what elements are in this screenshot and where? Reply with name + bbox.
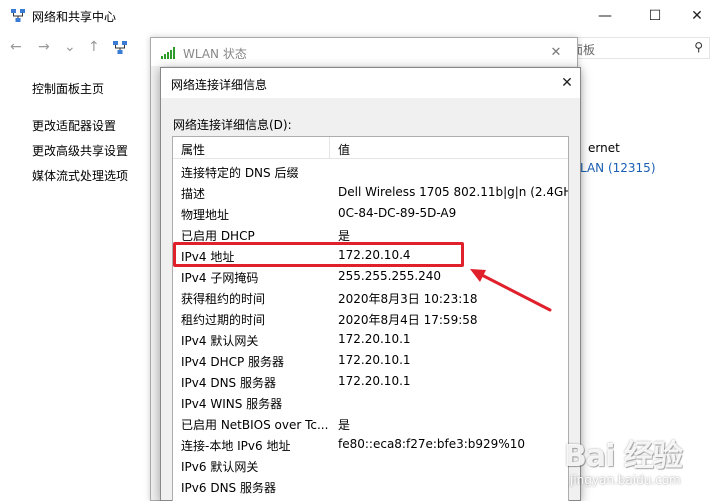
row-value: 172.20.10.1 [338,374,411,388]
details-titlebar: 网络连接详细信息 ✕ [161,68,580,98]
nav-change-advanced-sharing[interactable]: 更改高级共享设置 [32,142,128,159]
nav-media-streaming[interactable]: 媒体流式处理选项 [32,167,128,184]
close-icon: ✕ [561,75,573,91]
row-property: 连接-本地 IPv6 地址 [181,439,291,453]
wlan-connection-link[interactable]: LAN (12315) [580,161,656,175]
row-property: IPv4 子网掩码 [181,271,259,285]
list-item[interactable]: IPv4 WINS 服务器 [173,392,568,413]
control-panel-path-icon [113,41,127,54]
row-value: 255.255.255.240 [338,269,442,283]
search-icon: ⚲ [694,40,703,54]
row-value: 172.20.10.1 [338,353,411,367]
maximize-button[interactable]: ☐ [632,0,678,31]
list-header: 属性 值 [173,137,568,159]
annotation-arrow-icon [470,269,552,312]
nav-control-panel-home[interactable]: 控制面板主页 [32,80,104,97]
column-divider[interactable] [329,137,330,159]
row-property: IPv4 默认网关 [181,334,259,348]
row-property: 获得租约的时间 [181,292,266,306]
row-value: 172.20.10.1 [338,332,411,346]
close-button[interactable]: ✕ [674,0,720,31]
row-property: 物理地址 [181,208,230,222]
row-value: fe80::eca8:f27e:bfe3:b929%10 [338,437,525,451]
row-value: 2020年8月4日 17:59:58 [338,313,478,327]
list-item[interactable]: IPv4 DNS 服务器 172.20.10.1 [173,371,568,392]
close-icon: ✕ [691,7,703,24]
row-property: IPv4 DNS 服务器 [181,376,276,390]
list-item[interactable]: 连接特定的 DNS 后缀 [173,161,568,182]
up-arrow-icon[interactable]: ↑ [88,39,100,55]
row-property: IPv6 默认网关 [181,460,259,474]
row-property: 连接特定的 DNS 后缀 [181,166,299,180]
network-sharing-icon [11,9,25,22]
row-value: 0C-84-DC-89-5D-A9 [338,206,457,220]
list-item[interactable]: 物理地址 0C-84-DC-89-5D-A9 [173,203,568,224]
row-property: 租约过期的时间 [181,313,266,327]
row-value: 是 [338,418,351,432]
details-dialog-title: 网络连接详细信息 [171,78,268,92]
row-property: 描述 [181,187,206,201]
minimize-button[interactable]: — [582,0,628,31]
maximize-icon: ☐ [648,7,662,24]
column-header-property[interactable]: 属性 [181,141,205,158]
nav-change-adapter-settings[interactable]: 更改适配器设置 [32,117,116,134]
row-property: IPv6 DNS 服务器 [181,481,276,495]
details-list-label: 网络连接详细信息(D): [173,118,292,132]
main-titlebar: 网络和共享中心 — ☐ ✕ [0,0,720,31]
watermark-logo-text: Bai 经验 [564,439,683,474]
column-header-value[interactable]: 值 [338,141,350,158]
list-item[interactable]: 连接-本地 IPv6 地址 fe80::eca8:f27e:bfe3:b929%… [173,434,568,455]
wlan-titlebar: WLAN 状态 ✕ [151,38,577,66]
ipv4-highlight-box [173,242,464,267]
back-arrow-icon[interactable]: ← [10,39,22,55]
connection-type-text: ernet [588,141,620,155]
details-close-button[interactable]: ✕ [556,72,578,94]
wlan-close-button[interactable]: ✕ [545,41,567,63]
list-item[interactable]: 已启用 NetBIOS over Tc... 是 [173,413,568,434]
list-item[interactable]: IPv4 默认网关 172.20.10.1 [173,329,568,350]
row-property: 已启用 NetBIOS over Tc... [181,418,329,432]
list-item[interactable]: IPv6 DNS 服务器 [173,476,568,497]
list-item[interactable]: 描述 Dell Wireless 1705 802.11b|g|n (2.4GH… [173,182,569,203]
close-icon: ✕ [550,44,562,60]
baidu-jingyan-watermark: Bai 经验 jingyan.baidu.com [560,425,710,495]
list-item[interactable]: IPv4 DHCP 服务器 172.20.10.1 [173,350,568,371]
wifi-signal-icon [161,47,175,59]
search-input[interactable]: 面板 ⚲ [560,37,710,59]
forward-arrow-icon[interactable]: → [38,39,50,55]
watermark-url-text: jingyan.baidu.com [570,473,681,487]
chevron-down-icon[interactable]: ⌄ [64,39,76,55]
minimize-icon: — [598,7,612,24]
list-item[interactable]: IPv6 默认网关 [173,455,568,476]
row-value: Dell Wireless 1705 802.11b|g|n (2.4GHZ) [338,185,569,199]
row-property: IPv4 WINS 服务器 [181,397,283,411]
main-window-title: 网络和共享中心 [32,10,117,24]
row-property: IPv4 DHCP 服务器 [181,355,285,369]
wlan-window-title: WLAN 状态 [183,47,247,61]
row-value: 2020年8月3日 10:23:18 [338,292,478,306]
